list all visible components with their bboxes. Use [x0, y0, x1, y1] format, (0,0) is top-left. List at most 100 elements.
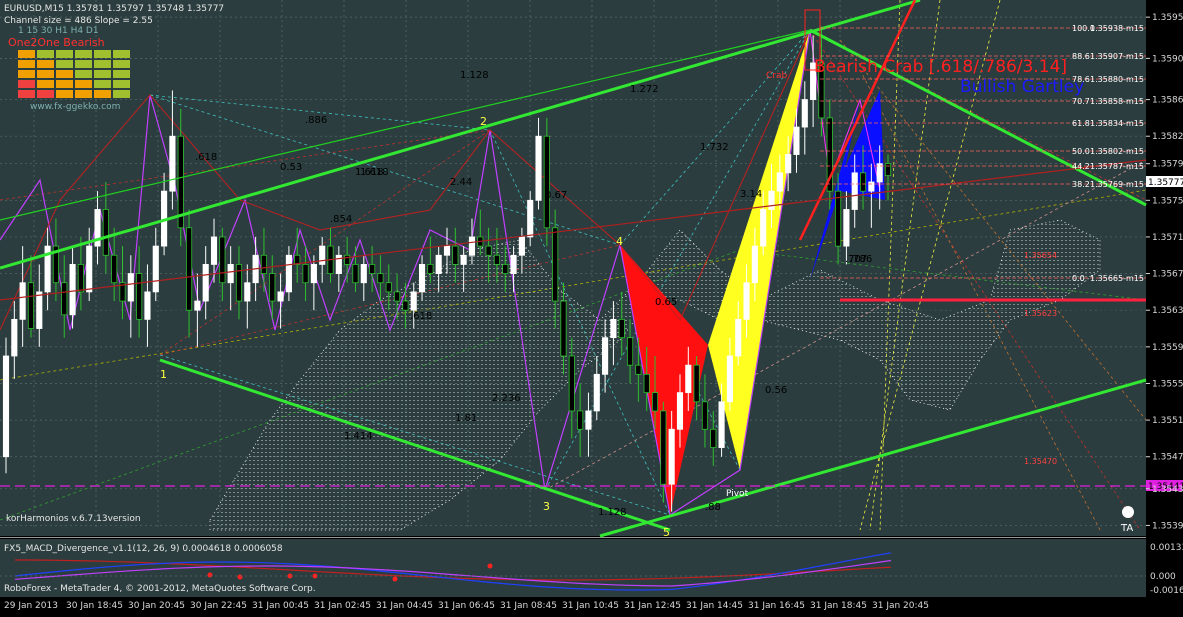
candle-body [360, 264, 367, 284]
timeframe-cell [18, 70, 35, 78]
price-tick-label: 1.35750 [1152, 196, 1183, 206]
current-price-value: 1.35777 [1148, 178, 1183, 188]
candle-body [876, 163, 883, 183]
candle-body [69, 264, 76, 316]
candle-body [726, 355, 733, 403]
fib-price: 1.35787-m15 [1090, 162, 1144, 171]
candle-body [111, 254, 118, 284]
candle-body [568, 355, 575, 412]
timeframe-cell [56, 80, 73, 88]
ratio-label: .854 [330, 214, 352, 225]
candle-body [310, 264, 317, 284]
timeframe-cell [113, 80, 130, 88]
candle-body [693, 364, 700, 403]
timeframe-cell [56, 50, 73, 58]
candle-body [718, 401, 725, 448]
ratio-label: 1.128 [460, 70, 489, 81]
price-tick-label: 1.35630 [1152, 306, 1183, 316]
candle-body [77, 264, 84, 293]
symbol-info: EURUSD,M15 1.35781 1.35797 1.35748 1.357… [4, 4, 224, 14]
fib-label: 50.0 [1072, 147, 1090, 156]
time-tick-label: 31 Jan 04:45 [376, 601, 433, 611]
time-tick-label: 31 Jan 16:45 [748, 601, 805, 611]
crab-tag: Crab [766, 71, 787, 81]
candle-body [560, 300, 567, 357]
timeframe-cell [113, 90, 130, 98]
timeframe-cell [56, 60, 73, 68]
ratio-label: .707 [845, 254, 867, 265]
candle-body [843, 209, 850, 247]
candle-body [410, 291, 417, 311]
ratio-label: 1.414 [344, 431, 373, 442]
candle-body [269, 273, 276, 302]
candle-body [651, 392, 659, 412]
candle-body [510, 254, 517, 274]
red-level-label: 1.35470 [1024, 457, 1057, 466]
candle-body [427, 264, 434, 274]
ratio-label: .886 [305, 115, 327, 126]
ratio-label: 3.14 [740, 189, 762, 200]
candle-body [543, 135, 550, 229]
macd-label: FX5_MACD_Divergence_v1.1(12, 26, 9) 0.00… [4, 544, 283, 554]
candle-body [776, 172, 783, 192]
time-tick-label: 30 Jan 18:45 [66, 601, 123, 611]
bearish-crab-title: Bearish Crab [.618/.786/3.14] [814, 57, 1067, 77]
candle-body [701, 401, 709, 430]
candle-body [751, 245, 758, 284]
candle-body [618, 318, 625, 339]
time-tick-label: 31 Jan 08:45 [500, 601, 557, 611]
macd-tick-label: 0.000 [1150, 572, 1176, 582]
candle-body [194, 300, 201, 311]
swing-label: 4 [616, 235, 623, 248]
timeframe-cell [56, 70, 73, 78]
candle-body [127, 273, 134, 302]
candle-body [402, 300, 409, 311]
candle-body [602, 337, 609, 375]
timeframe-cell [113, 60, 130, 68]
price-chart[interactable]: 100.01.35938-m1588.6 1.35907-m1578.6 1.358… [0, 0, 1183, 613]
candle-body [377, 273, 384, 284]
timeframe-labels: 1 15 30 H1 H4 D1 [18, 26, 99, 36]
candle-body [136, 273, 143, 320]
ratio-label: .88 [705, 502, 721, 513]
time-tick-label: 31 Jan 20:45 [872, 601, 929, 611]
candle-body [443, 245, 451, 256]
divergence-dot [207, 572, 213, 578]
timeframe-cell [37, 80, 54, 88]
macd-tick-label: 0.00133 [1150, 543, 1183, 553]
time-tick-label: 30 Jan 20:45 [128, 601, 185, 611]
candle-body [235, 264, 243, 302]
swing-label: 3 [543, 500, 550, 513]
fib-label: 61.8 [1072, 119, 1090, 128]
ratio-label: 1.618 [360, 167, 389, 178]
candle-body [185, 227, 193, 311]
time-tick-label: 31 Jan 10:45 [562, 601, 619, 611]
timeframe-cell [113, 70, 130, 78]
candle-body [685, 364, 692, 394]
red-level-label: 1.35654 [1024, 251, 1057, 260]
candle-body [527, 199, 534, 238]
swing-label: 1 [160, 368, 167, 381]
ratio-label: 2.236 [492, 393, 521, 404]
fib-label: 88.6 [1072, 52, 1090, 61]
time-tick-label: 31 Jan 06:45 [438, 601, 495, 611]
ratio-label: .618 [410, 311, 432, 322]
time-tick-label: 31 Jan 02:45 [314, 601, 371, 611]
candle-body [552, 227, 559, 302]
fib-price: 1.35769-m15 [1090, 180, 1144, 189]
candle-body [593, 373, 600, 412]
candle-body [785, 154, 792, 174]
candle-body [352, 264, 359, 284]
timeframe-cell [37, 60, 54, 68]
candle-body [394, 291, 401, 302]
channel-info: Channel size = 486 Slope = 2.55 [4, 16, 153, 26]
timeframe-cell [94, 90, 111, 98]
time-tick-label: 31 Jan 12:45 [624, 601, 681, 611]
candle-body [768, 190, 775, 210]
price-tick-label: 1.35860 [1152, 96, 1183, 106]
timeframe-cell [75, 60, 92, 68]
divergence-dot [487, 563, 493, 569]
candle-body [319, 245, 326, 265]
candle-body [36, 291, 43, 329]
fib-price: 1.35834-m15 [1090, 119, 1144, 128]
